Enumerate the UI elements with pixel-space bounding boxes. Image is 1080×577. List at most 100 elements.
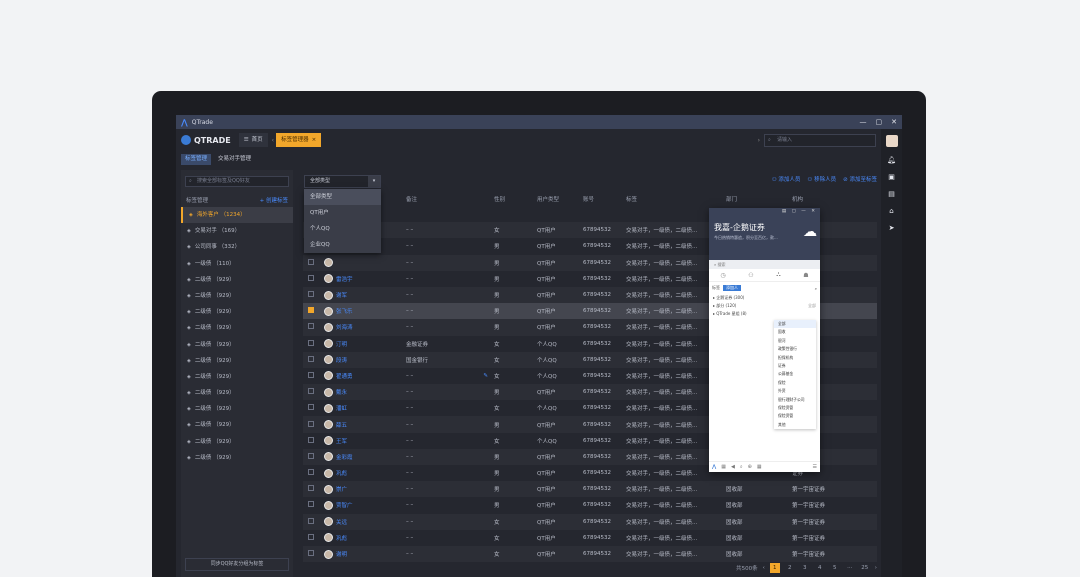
contact-name[interactable]: 王军 <box>336 437 347 445</box>
user-avatar[interactable] <box>885 135 898 147</box>
grid-icon[interactable]: ▦ <box>721 464 726 470</box>
clock-icon[interactable]: ◷ <box>720 272 725 279</box>
popup-add-chip[interactable]: 添加人 <box>723 285 741 291</box>
send-icon[interactable]: ➤ <box>889 224 895 232</box>
sync-qq-groups-button[interactable]: 同步QQ好友分组为标签 <box>185 558 289 571</box>
dropdown-option[interactable]: 全部类型 <box>304 189 381 205</box>
table-row[interactable]: 巩彪 – – 女 QT用户 67894532 交易对手，一级债，二级债... 固收部 第一宇宙… <box>303 530 877 546</box>
category-menu-item[interactable]: 固收 <box>774 328 816 336</box>
page-button[interactable]: 3 <box>800 563 810 573</box>
contact-name[interactable]: 贾智广 <box>336 501 353 509</box>
tab-label-management[interactable]: 标签管理 <box>181 154 212 165</box>
category-menu-item[interactable]: 担保机构 <box>774 354 816 362</box>
sidebar-item[interactable]: ◈ 一级债 （110） <box>181 256 293 272</box>
tree-node[interactable]: ▸ 企鹅证券 (300) <box>709 294 820 302</box>
sidebar-item[interactable]: ◈ 二级债 （929） <box>181 450 293 466</box>
contact-name[interactable]: 巩彪 <box>336 469 347 477</box>
category-menu-item[interactable]: 保险资管 <box>774 412 816 420</box>
chevron-left-icon[interactable]: ‹ <box>272 137 274 144</box>
category-menu-item[interactable]: 银行理财子公司 <box>774 396 816 404</box>
category-menu-item[interactable]: 证券 <box>774 362 816 370</box>
tree-node-filter[interactable]: 全部 <box>808 303 816 309</box>
category-menu-item[interactable]: 全部 <box>774 320 816 329</box>
table-row[interactable]: 崇广 – – 男 QT用户 67894532 交易对手，一级债，二级债... 固收部 第一宇宙… <box>303 481 877 498</box>
calculator-icon[interactable]: ▣ <box>888 173 895 181</box>
table-row[interactable]: 关远 – – 女 QT用户 67894532 交易对手，一级债，二级债... 固收部 第一宇宙… <box>303 513 877 530</box>
minimize-button[interactable]: — <box>860 118 867 126</box>
category-menu-item[interactable]: 政策性银行 <box>774 345 816 353</box>
row-checkbox[interactable] <box>308 501 314 508</box>
sidebar-item[interactable]: ◈ 二级债 （929） <box>181 417 293 433</box>
gift-icon[interactable]: ⌂ <box>889 207 893 215</box>
row-checkbox[interactable] <box>308 485 314 492</box>
contact-name[interactable]: 薛五 <box>336 421 347 429</box>
row-checkbox[interactable] <box>308 436 314 443</box>
next-page-button[interactable]: › <box>875 565 877 571</box>
category-menu-item[interactable]: 其他 <box>774 421 816 429</box>
tree-node[interactable]: ▸ QTrade 星组 (8) <box>709 310 820 318</box>
category-menu-item[interactable]: 保险资管 <box>774 404 816 412</box>
table-row[interactable]: 贾智广 – – 男 QT用户 67894532 交易对手，一级债，二级债... 固收部 第一宇… <box>303 497 877 513</box>
create-label-button[interactable]: + 创建标签 <box>260 196 288 204</box>
row-checkbox[interactable] <box>308 291 314 298</box>
search-icon[interactable]: ⌕ <box>740 464 743 470</box>
tree-node[interactable]: ▸ 部分 (120) 全部 <box>709 302 820 310</box>
chevron-right-icon[interactable]: › <box>758 137 760 144</box>
row-checkbox[interactable] <box>308 517 314 524</box>
maximize-button[interactable]: ▢ <box>876 118 883 126</box>
sidebar-item[interactable]: ◈ 二级债 （929） <box>181 434 293 450</box>
row-checkbox[interactable] <box>308 339 314 346</box>
add-member-button[interactable]: ⚇ 添加人员 <box>772 175 801 183</box>
contact-name[interactable]: 翟通勇 <box>336 372 353 380</box>
popup-window-buttons[interactable]: ▤ ▢ — ✕ <box>782 209 817 214</box>
row-checkbox[interactable] <box>308 355 314 362</box>
sidebar-item[interactable]: ◈ 二级债 （929） <box>181 288 293 304</box>
document-icon[interactable]: ▤ <box>888 190 895 198</box>
sidebar-item[interactable]: ◈ 二级债 （929） <box>181 401 293 417</box>
row-checkbox[interactable] <box>308 371 314 378</box>
contact-name[interactable]: 谢军 <box>336 291 347 299</box>
contact-name[interactable]: 雷浩宇 <box>336 275 353 283</box>
zoom-icon[interactable]: ⊕ <box>748 464 752 470</box>
prev-page-button[interactable]: ‹ <box>763 565 765 571</box>
dropdown-option[interactable]: 个人QQ <box>304 221 381 237</box>
menu-icon[interactable]: ☰ <box>813 464 817 470</box>
tab-label-manager[interactable]: 标签管理器 × <box>276 133 322 147</box>
edit-icon[interactable]: ✎ <box>483 373 488 379</box>
page-button[interactable]: 1 <box>769 563 780 573</box>
bell-icon[interactable]: 🔔︎ <box>887 156 896 164</box>
dropdown-option[interactable]: QT用户 <box>304 205 381 221</box>
sidebar-item[interactable]: ◈ 二级债 （929） <box>181 320 293 336</box>
contact-name[interactable]: 段涛 <box>336 356 347 364</box>
row-checkbox[interactable] <box>308 274 314 281</box>
add-to-label-button[interactable]: ⊘ 添加至标签 <box>843 175 877 183</box>
row-checkbox[interactable] <box>308 258 314 265</box>
sidebar-item[interactable]: ◈ 二级债 （929） <box>181 272 293 288</box>
row-checkbox[interactable] <box>308 420 314 427</box>
global-search-input[interactable]: ⌕ 请输入 <box>764 133 876 147</box>
contact-name[interactable]: 汀明 <box>336 340 347 348</box>
category-menu-item[interactable]: 银河 <box>774 337 816 345</box>
contacts-icon[interactable]: ⚇ <box>748 272 753 279</box>
page-button[interactable]: 25 <box>860 563 870 573</box>
type-filter-select[interactable]: 全部类型 ▾ <box>304 175 381 188</box>
search-icon[interactable]: ⌕ <box>815 286 817 291</box>
sidebar-item[interactable]: ◈ 二级债 （929） <box>181 337 293 353</box>
sidebar-search-input[interactable]: ⌕ 搜索全部标签及QQ好友 <box>185 176 289 187</box>
page-button[interactable]: 2 <box>785 563 795 573</box>
contact-name[interactable]: 戴永 <box>336 388 347 396</box>
contact-name[interactable]: 崇广 <box>336 485 347 493</box>
sidebar-item[interactable]: ◈ 海外客户 （1234） <box>181 207 293 224</box>
speaker-icon[interactable]: ◀ <box>731 464 735 470</box>
page-button[interactable]: 5 <box>830 563 840 573</box>
group-icon[interactable]: ☗ <box>803 272 808 279</box>
org-tree-icon[interactable]: ⛬ <box>776 271 780 279</box>
category-menu-item[interactable]: 公募基金 <box>774 370 816 378</box>
row-checkbox[interactable] <box>308 452 314 459</box>
tab-home[interactable]: ☰ 首页 <box>238 133 268 147</box>
sidebar-item[interactable]: ◈ 交易对手 （169） <box>181 223 293 239</box>
row-checkbox[interactable] <box>308 404 314 411</box>
tab-counterparty-management[interactable]: 交易对手管理 <box>214 154 255 165</box>
row-checkbox[interactable] <box>308 469 314 476</box>
contact-name[interactable]: 潘虹 <box>336 404 347 412</box>
